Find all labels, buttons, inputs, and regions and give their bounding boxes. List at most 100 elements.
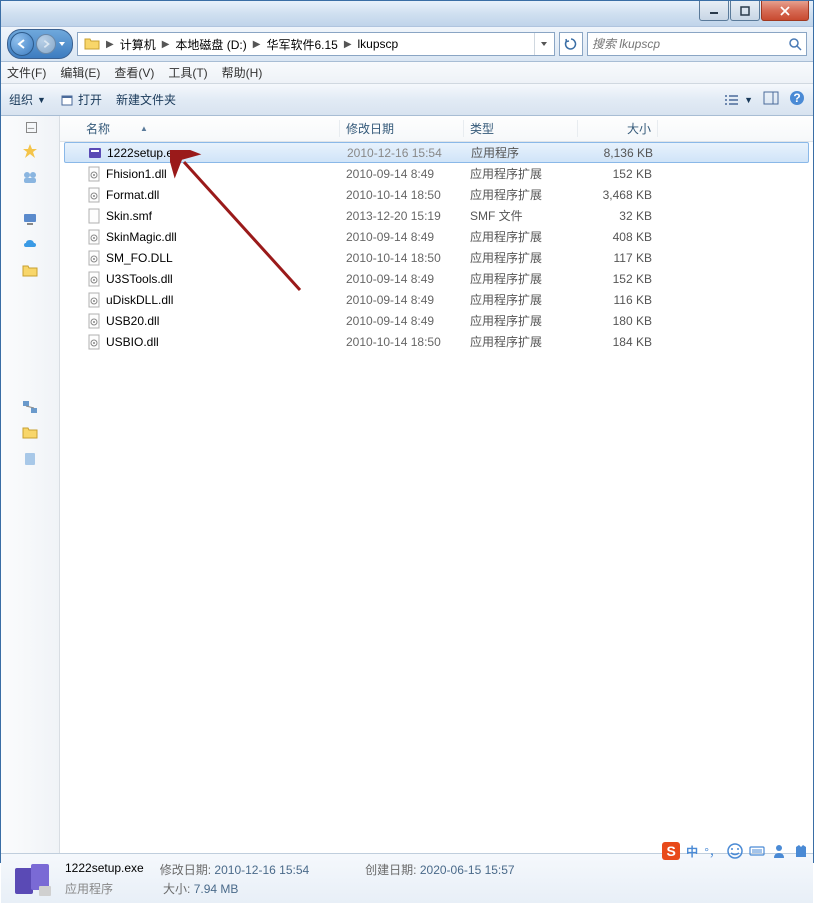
preview-pane-button[interactable]: [763, 91, 779, 108]
status-text: 1222setup.exe 修改日期: 2010-12-16 15:54 创建日…: [65, 861, 515, 897]
file-type: 应用程序扩展: [464, 291, 578, 308]
exe-large-icon: [11, 860, 53, 898]
refresh-button[interactable]: [559, 32, 583, 56]
breadcrumb-computer[interactable]: 计算机: [116, 36, 160, 53]
file-name: Format.dll: [80, 187, 340, 203]
organize-button[interactable]: 组织▼: [9, 91, 46, 108]
toolbar: 组织▼ 打开 新建文件夹 ▼ ?: [1, 84, 813, 116]
file-row[interactable]: 1222setup.exe2010-12-16 15:54应用程序8,136 K…: [64, 142, 809, 163]
titlebar[interactable]: [1, 1, 813, 27]
menu-help[interactable]: 帮助(H): [222, 64, 263, 81]
menubar: 文件(F) 编辑(E) 查看(V) 工具(T) 帮助(H): [1, 62, 813, 84]
favorites-icon[interactable]: [22, 143, 38, 159]
navbar: ▶ 计算机 ▶ 本地磁盘 (D:) ▶ 华军软件6.15 ▶ lkupscp: [1, 27, 813, 62]
file-row[interactable]: SkinMagic.dll2010-09-14 8:49应用程序扩展408 KB: [60, 226, 813, 247]
menu-file[interactable]: 文件(F): [7, 64, 46, 81]
menu-tools[interactable]: 工具(T): [168, 64, 207, 81]
file-row[interactable]: Format.dll2010-10-14 18:50应用程序扩展3,468 KB: [60, 184, 813, 205]
close-button[interactable]: [761, 1, 809, 21]
file-size: 408 KB: [578, 230, 658, 244]
search-icon: [788, 37, 802, 51]
address-bar[interactable]: ▶ 计算机 ▶ 本地磁盘 (D:) ▶ 华军软件6.15 ▶ lkupscp: [77, 32, 555, 56]
help-button[interactable]: ?: [789, 90, 805, 109]
file-size: 117 KB: [578, 251, 658, 265]
file-type: 应用程序扩展: [464, 312, 578, 329]
column-date[interactable]: 修改日期: [340, 120, 464, 137]
folder-icon[interactable]: [22, 263, 38, 279]
file-type: 应用程序扩展: [464, 186, 578, 203]
address-dropdown[interactable]: [534, 33, 552, 55]
network-icon[interactable]: [22, 399, 38, 415]
chevron-right-icon[interactable]: ▶: [160, 39, 172, 50]
computer-icon[interactable]: [22, 211, 38, 227]
chevron-right-icon[interactable]: ▶: [251, 39, 263, 50]
ime-punct-icon[interactable]: °，: [704, 843, 721, 860]
file-date: 2010-09-14 8:49: [340, 167, 464, 181]
file-row[interactable]: USBIO.dll2010-10-14 18:50应用程序扩展184 KB: [60, 331, 813, 352]
breadcrumb-folder2[interactable]: lkupscp: [354, 37, 403, 51]
ime-skin-icon[interactable]: [793, 843, 809, 859]
menu-view[interactable]: 查看(V): [114, 64, 154, 81]
preview-pane-icon: [763, 91, 779, 105]
maximize-button[interactable]: [730, 1, 760, 21]
back-button[interactable]: [10, 32, 34, 56]
file-type: 应用程序扩展: [464, 333, 578, 350]
ime-tray: S 中 °，: [662, 842, 809, 860]
nav-history: [7, 29, 73, 59]
menu-edit[interactable]: 编辑(E): [60, 64, 100, 81]
ime-person-icon[interactable]: [771, 843, 787, 859]
file-name: USBIO.dll: [80, 334, 340, 350]
open-button[interactable]: 打开: [60, 91, 102, 108]
file-size: 152 KB: [578, 167, 658, 181]
file-type: 应用程序: [465, 144, 579, 161]
help-icon: ?: [789, 90, 805, 106]
view-mode-button[interactable]: ▼: [724, 93, 753, 107]
column-name[interactable]: 名称▲: [80, 120, 340, 137]
forward-button[interactable]: [36, 34, 56, 54]
file-type: SMF 文件: [464, 207, 578, 224]
device-icon[interactable]: [22, 451, 38, 467]
file-date: 2010-09-14 8:49: [340, 230, 464, 244]
chevron-right-icon[interactable]: ▶: [104, 39, 116, 50]
column-headers: 名称▲ 修改日期 类型 大小: [60, 116, 813, 142]
sidebar: ─: [1, 116, 60, 853]
column-size[interactable]: 大小: [578, 120, 658, 137]
file-name: 1222setup.exe: [81, 145, 341, 161]
file-size: 116 KB: [578, 293, 658, 307]
folder-icon: [84, 37, 100, 51]
tree-collapse-icon[interactable]: ─: [26, 122, 37, 133]
search-box[interactable]: [587, 32, 807, 56]
breadcrumb-folder1[interactable]: 华军软件6.15: [262, 36, 341, 53]
file-name: USB20.dll: [80, 313, 340, 329]
breadcrumb-drive[interactable]: 本地磁盘 (D:): [171, 36, 250, 53]
file-row[interactable]: USB20.dll2010-09-14 8:49应用程序扩展180 KB: [60, 310, 813, 331]
tree-node[interactable]: ─: [22, 122, 39, 133]
new-folder-button[interactable]: 新建文件夹: [116, 91, 176, 108]
file-row[interactable]: SM_FO.DLL2010-10-14 18:50应用程序扩展117 KB: [60, 247, 813, 268]
file-size: 3,468 KB: [578, 188, 658, 202]
cloud-icon[interactable]: [22, 237, 38, 253]
ime-emoji-icon[interactable]: [727, 843, 743, 859]
file-type: 应用程序扩展: [464, 270, 578, 287]
homegroup-icon[interactable]: [22, 169, 38, 185]
file-row[interactable]: Fhision1.dll2010-09-14 8:49应用程序扩展152 KB: [60, 163, 813, 184]
chevron-right-icon[interactable]: ▶: [342, 39, 354, 50]
file-row[interactable]: uDiskDLL.dll2010-09-14 8:49应用程序扩展116 KB: [60, 289, 813, 310]
minimize-button[interactable]: [699, 1, 729, 21]
ime-keyboard-icon[interactable]: [749, 843, 765, 859]
explorer-window: ▶ 计算机 ▶ 本地磁盘 (D:) ▶ 华军软件6.15 ▶ lkupscp 文…: [0, 0, 814, 863]
status-filename: 1222setup.exe: [65, 861, 144, 878]
file-date: 2010-12-16 15:54: [341, 146, 465, 160]
file-name: SkinMagic.dll: [80, 229, 340, 245]
column-type[interactable]: 类型: [464, 120, 578, 137]
search-input[interactable]: [592, 37, 788, 51]
file-row[interactable]: Skin.smf2013-12-20 15:19SMF 文件32 KB: [60, 205, 813, 226]
sogou-ime-icon[interactable]: S: [662, 842, 680, 860]
history-dropdown[interactable]: [56, 40, 68, 48]
ime-lang[interactable]: 中: [686, 843, 698, 860]
file-list[interactable]: 1222setup.exe2010-12-16 15:54应用程序8,136 K…: [60, 142, 813, 352]
folder-icon[interactable]: [22, 425, 38, 441]
file-date: 2010-10-14 18:50: [340, 335, 464, 349]
file-date: 2010-10-14 18:50: [340, 188, 464, 202]
file-row[interactable]: U3STools.dll2010-09-14 8:49应用程序扩展152 KB: [60, 268, 813, 289]
